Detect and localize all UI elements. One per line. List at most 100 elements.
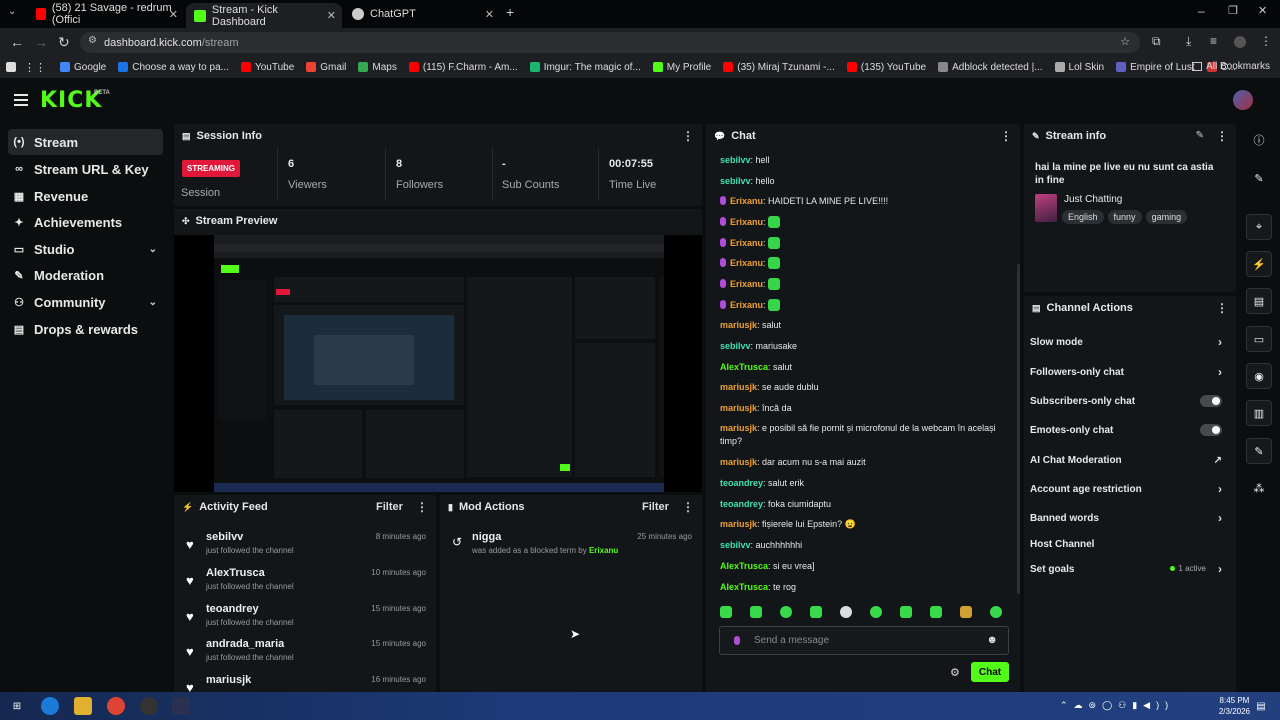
emote-icon[interactable] — [990, 606, 1002, 618]
chat-username[interactable]: Erixanu — [730, 217, 763, 227]
info-icon[interactable]: ⓘ — [1246, 127, 1272, 153]
edge-icon[interactable] — [41, 697, 59, 715]
subscribers-only-toggle[interactable] — [1200, 395, 1222, 407]
bookmark-item[interactable]: Empire of Lust — [1116, 62, 1195, 73]
close-window-icon[interactable]: ✕ — [1258, 4, 1267, 17]
ai-moderation-row[interactable]: AI Chat Moderation ↗ — [1030, 450, 1226, 470]
chat-bubble-icon[interactable]: ▭ — [1246, 326, 1272, 352]
broadcast-icon[interactable]: ◉ — [1246, 363, 1272, 389]
edit-pencil-icon[interactable]: ✎ — [1196, 130, 1204, 141]
emote-icon[interactable] — [750, 606, 762, 618]
follower-name[interactable]: teoandrey — [206, 603, 259, 615]
chat-username[interactable]: Erixanu — [730, 279, 763, 289]
sidebar-item-moderation[interactable]: ✎ Moderation — [8, 262, 163, 288]
set-goals-row[interactable]: Set goals 1 active › — [1030, 559, 1226, 579]
obs-icon[interactable] — [140, 697, 158, 715]
forward-icon[interactable]: → — [34, 34, 48, 50]
chat-input[interactable]: Send a message ☻ — [719, 626, 1009, 655]
connections-icon[interactable]: ⁂ — [1246, 475, 1272, 501]
emote-icon[interactable] — [900, 606, 912, 618]
more-options-icon[interactable]: ⋮ — [416, 500, 428, 514]
followers-only-row[interactable]: Followers-only chat › — [1030, 362, 1226, 382]
chat-username[interactable]: mariusjk — [720, 320, 757, 330]
apps-grid-icon[interactable]: ⋮⋮ — [24, 61, 46, 74]
sidebar-item-studio[interactable]: ▭ Studio ⌄ — [8, 236, 163, 262]
bookmark-item[interactable]: (35) Miraj Tzunami -... — [723, 62, 835, 73]
sidebar-item-stream-url[interactable]: ∞ Stream URL & Key — [8, 156, 163, 182]
wrench-icon[interactable]: ✎ — [1246, 438, 1272, 464]
bookmark-item[interactable]: My Profile — [652, 62, 711, 73]
chat-username[interactable]: sebilvv — [720, 540, 751, 550]
document-icon[interactable]: ▤ — [1246, 288, 1272, 314]
sidebar-toggle-icon[interactable] — [6, 62, 16, 72]
emote-icon[interactable] — [780, 606, 792, 618]
bookmark-item[interactable]: Adblock detected |... — [938, 62, 1043, 73]
chat-username[interactable]: Erixanu — [730, 238, 763, 248]
sidebar-item-revenue[interactable]: ▦ Revenue — [8, 183, 163, 209]
bookmark-item[interactable]: YouTube — [240, 62, 294, 73]
more-options-icon[interactable]: ⋮ — [682, 500, 694, 514]
target-icon[interactable]: ⌖ — [1246, 214, 1272, 240]
all-bookmarks-button[interactable]: All Bookmarks — [1192, 61, 1270, 72]
emote-icon[interactable] — [768, 257, 781, 269]
address-bar[interactable]: ⚙ dashboard.kick.com/stream ☆ — [80, 32, 1140, 53]
chat-username[interactable]: Erixanu — [730, 258, 763, 268]
chat-scrollbar[interactable] — [1017, 264, 1020, 594]
bookmark-star-icon[interactable]: ☆ — [1120, 35, 1130, 48]
system-clock[interactable]: 8:45 PM 2/3/2026 — [1219, 695, 1250, 717]
back-icon[interactable]: ← — [10, 34, 24, 50]
bookmark-item[interactable]: (115) F.Charm - Am... — [408, 62, 518, 73]
chevron-down-icon[interactable]: ⌄ — [149, 297, 157, 308]
bookmark-item[interactable]: Lol Skin — [1054, 62, 1104, 73]
emote-icon[interactable] — [840, 606, 852, 618]
emotes-only-toggle[interactable] — [1200, 424, 1222, 436]
account-age-row[interactable]: Account age restriction › — [1030, 479, 1226, 499]
site-info-icon[interactable]: ⚙ — [88, 35, 97, 46]
extensions-icon[interactable]: ⧉ — [1152, 34, 1161, 49]
chat-settings-gear-icon[interactable]: ⚙ — [950, 666, 960, 679]
windows-start-icon[interactable]: ⊞ — [8, 697, 26, 715]
app-icon[interactable] — [172, 697, 190, 715]
send-chat-button[interactable]: Chat — [971, 662, 1009, 682]
chat-username[interactable]: sebilvv — [720, 341, 751, 351]
chat-username[interactable]: teoandrey — [720, 478, 763, 488]
bookmark-item[interactable]: Imgur: The magic of... — [529, 62, 641, 73]
emote-icon[interactable] — [870, 606, 882, 618]
close-tab-icon[interactable]: ✕ — [169, 8, 178, 21]
emote-icon[interactable] — [768, 278, 781, 290]
bookmark-item[interactable]: Google — [60, 62, 106, 73]
follower-name[interactable]: andrada_maria — [206, 638, 284, 650]
chrome-menu-icon[interactable]: ⋮ — [1260, 34, 1272, 48]
chat-username[interactable]: AlexTrusca — [720, 362, 768, 372]
chat-username[interactable]: mariusjk — [720, 423, 757, 433]
chat-username[interactable]: Erixanu — [730, 300, 763, 310]
emote-icon[interactable] — [768, 237, 781, 249]
chat-username[interactable]: mariusjk — [720, 403, 757, 413]
chat-username[interactable]: sebilvv — [720, 155, 751, 165]
emoji-picker-icon[interactable]: ☻ — [986, 634, 998, 646]
sidebar-item-drops[interactable]: ▤ Drops & rewards — [8, 316, 163, 342]
undo-icon[interactable]: ↺ — [452, 535, 462, 549]
layers-icon[interactable]: ▥ — [1246, 400, 1272, 426]
chat-username[interactable]: mariusjk — [720, 457, 757, 467]
emote-icon[interactable] — [720, 606, 732, 618]
chat-username[interactable]: sebilvv — [720, 176, 751, 186]
download-icon[interactable]: ⤓ — [1186, 34, 1191, 49]
bookmark-item[interactable]: Gmail — [306, 62, 346, 73]
chat-username[interactable]: Erixanu — [730, 196, 763, 206]
emote-icon[interactable] — [768, 216, 781, 228]
minimize-icon[interactable]: – — [1198, 4, 1205, 18]
chat-username[interactable]: teoandrey — [720, 499, 763, 509]
chevron-down-icon[interactable]: ⌄ — [149, 244, 157, 255]
emote-icon[interactable] — [960, 606, 972, 618]
new-tab-icon[interactable]: + — [506, 4, 514, 20]
restore-icon[interactable]: ❐ — [1228, 4, 1238, 17]
emote-icon[interactable] — [768, 299, 781, 311]
notifications-icon[interactable]: ▤ — [1252, 697, 1270, 715]
browser-tab-kick[interactable]: Stream - Kick Dashboard ✕ — [186, 3, 342, 28]
profile-icon[interactable] — [1234, 36, 1246, 48]
more-options-icon[interactable]: ⋮ — [1216, 301, 1228, 315]
browser-tab-youtube[interactable]: (58) 21 Savage - redrum (Offici ✕ — [28, 2, 184, 26]
filter-button[interactable]: Filter — [642, 501, 669, 513]
host-channel-row[interactable]: Host Channel — [1030, 534, 1226, 554]
